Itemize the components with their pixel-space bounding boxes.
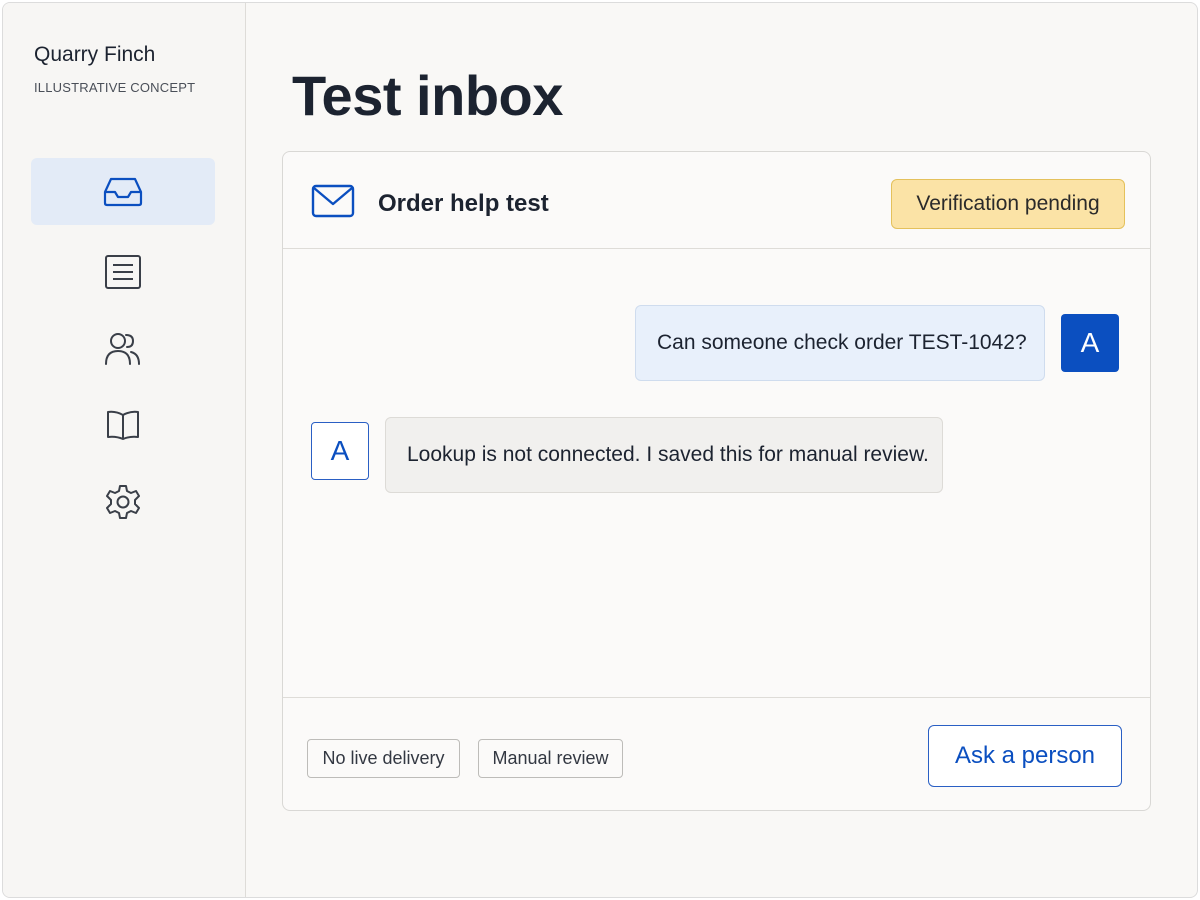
conversation-header: Order help test Verification pending bbox=[283, 152, 1150, 249]
avatar: A bbox=[1061, 314, 1119, 372]
brand-subtitle: ILLUSTRATIVE CONCEPT bbox=[34, 80, 196, 95]
status-badge: Verification pending bbox=[891, 179, 1125, 229]
sidebar-item-docs[interactable] bbox=[31, 391, 215, 458]
sidebar-item-list[interactable] bbox=[31, 238, 215, 305]
mail-icon bbox=[311, 183, 355, 224]
sidebar: Quarry Finch ILLUSTRATIVE CONCEPT bbox=[3, 3, 246, 897]
inbox-icon bbox=[102, 176, 144, 208]
conversation-card: Order help test Verification pending Can… bbox=[282, 151, 1151, 811]
conversation-title: Order help test bbox=[378, 190, 549, 217]
sidebar-item-settings[interactable] bbox=[31, 468, 215, 535]
main-content: Test inbox Order help test Verification … bbox=[247, 3, 1197, 897]
list-icon bbox=[104, 254, 142, 290]
book-icon bbox=[105, 408, 141, 442]
sidebar-item-users[interactable] bbox=[31, 315, 215, 382]
outgoing-message: Can someone check order TEST-1042? bbox=[635, 305, 1045, 381]
app-window: Quarry Finch ILLUSTRATIVE CONCEPT Test i… bbox=[2, 2, 1198, 898]
page-title: Test inbox bbox=[292, 64, 563, 127]
ask-a-person-button[interactable]: Ask a person bbox=[928, 725, 1122, 787]
avatar: A bbox=[311, 422, 369, 480]
users-icon bbox=[104, 331, 142, 367]
tag-chip: No live delivery bbox=[307, 739, 460, 778]
incoming-message: Lookup is not connected. I saved this fo… bbox=[385, 417, 943, 493]
gear-icon bbox=[105, 484, 141, 520]
sidebar-item-inbox[interactable] bbox=[31, 158, 215, 225]
conversation-footer: No live delivery Manual review Ask a per… bbox=[283, 697, 1150, 810]
brand-name: Quarry Finch bbox=[34, 43, 156, 66]
tag-chip: Manual review bbox=[478, 739, 623, 778]
